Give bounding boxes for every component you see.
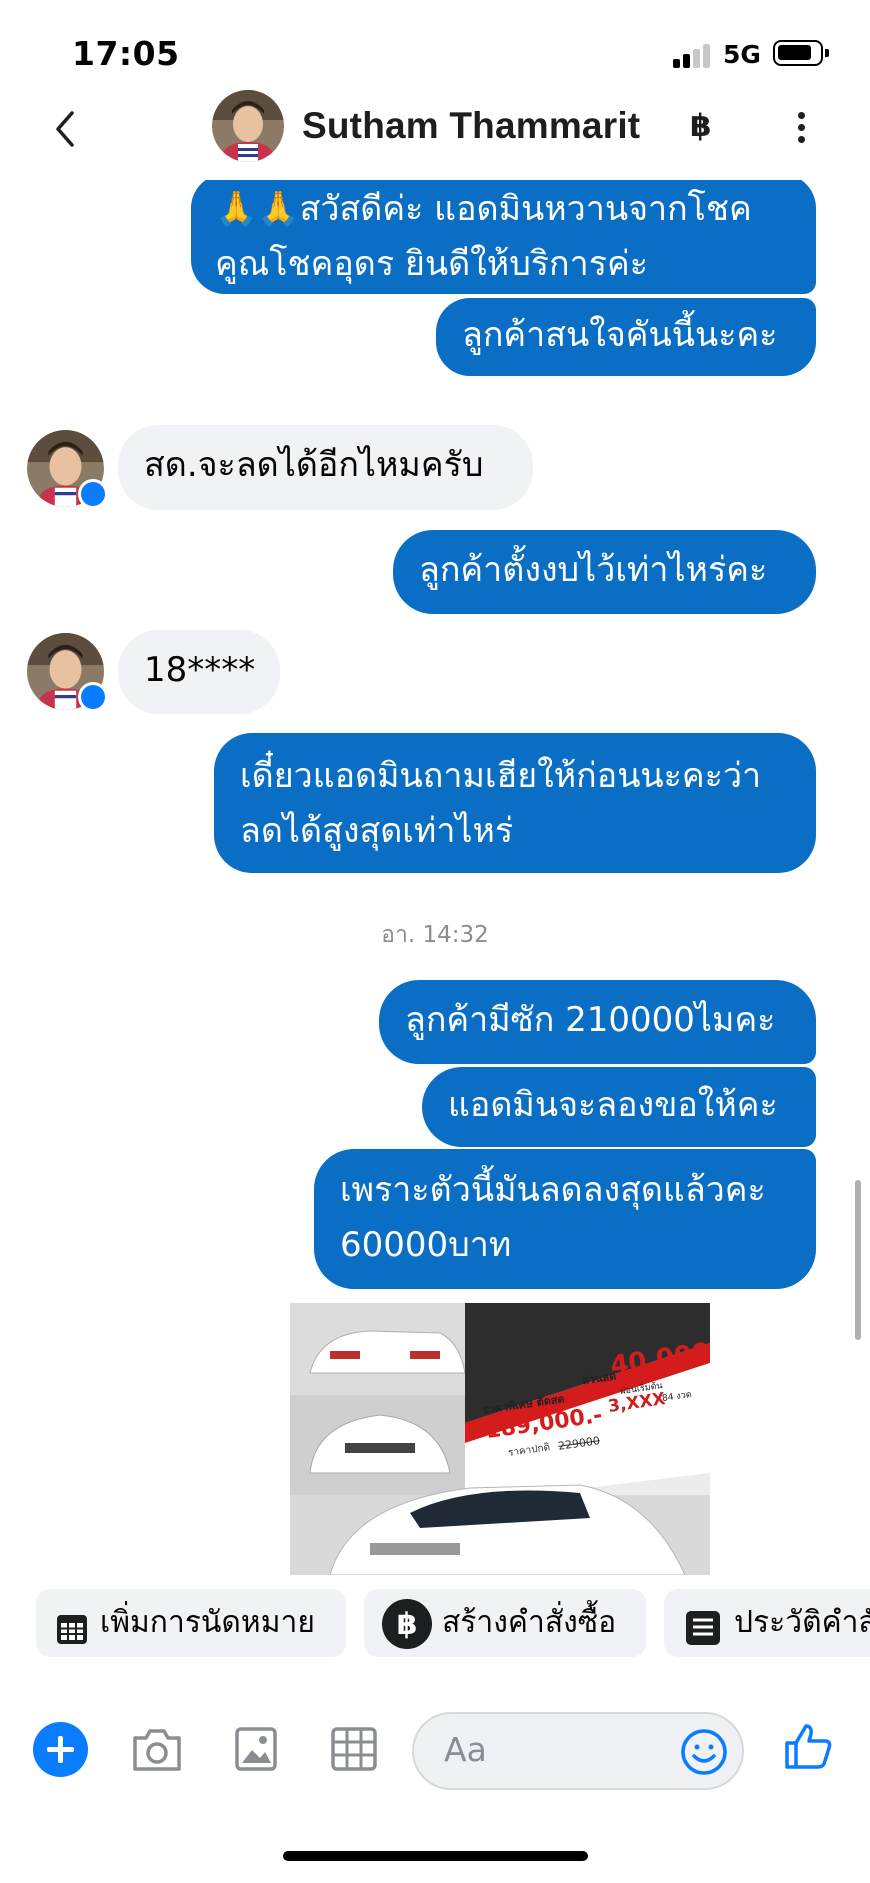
calendar-icon[interactable] bbox=[330, 1726, 378, 1776]
signal-strength-icon bbox=[673, 42, 713, 68]
message-bubble-incoming[interactable]: 18**** bbox=[118, 630, 280, 714]
contact-avatar[interactable] bbox=[27, 430, 108, 509]
status-time: 17:05 bbox=[72, 34, 180, 73]
message-bubble-outgoing[interactable]: ลูกค้าตั้งงบไว้เท่าไหร่คะ bbox=[393, 530, 816, 614]
svg-text:฿: ฿ bbox=[397, 1607, 418, 1642]
plus-icon[interactable] bbox=[33, 1722, 88, 1777]
message-text: ลดได้สูงสุดเท่าไหร่ bbox=[240, 811, 514, 851]
add-appointment-button[interactable]: เพิ่มการนัดหมาย bbox=[36, 1589, 346, 1657]
message-text: ลูกค้ามีซัก 210000ไมคะ bbox=[405, 1000, 776, 1040]
create-order-button[interactable]: ฿ สร้างคำสั่งซื้อ bbox=[364, 1589, 646, 1657]
thumbs-up-icon[interactable] bbox=[782, 1720, 834, 1772]
gallery-icon[interactable] bbox=[234, 1726, 278, 1776]
contact-avatar[interactable] bbox=[212, 90, 284, 162]
home-indicator[interactable] bbox=[283, 1851, 588, 1861]
message-bubble-outgoing[interactable]: แอดมินจะลองขอให้คะ bbox=[422, 1067, 816, 1147]
emoji-icon[interactable] bbox=[680, 1728, 728, 1776]
baht-icon[interactable]: ฿ bbox=[690, 108, 712, 144]
message-text: คูณโชคอุดร ยินดีให้บริการค่ะ bbox=[215, 244, 648, 284]
message-text: ลูกค้าตั้งงบไว้เท่าไหร่คะ bbox=[419, 550, 768, 590]
camera-icon[interactable] bbox=[130, 1726, 184, 1778]
order-history-button[interactable]: ประวัติคำสั่งซื้อ bbox=[664, 1589, 870, 1657]
message-text: 60000บาท bbox=[340, 1225, 512, 1265]
battery-icon bbox=[773, 40, 829, 66]
message-bubble-incoming[interactable]: สด.จะลดได้อีกไหมครับ bbox=[118, 425, 533, 510]
message-text: สด.จะลดได้อีกไหมครับ bbox=[144, 445, 484, 485]
order-history-label: ประวัติคำสั่งซื้อ bbox=[734, 1605, 870, 1640]
message-bubble-outgoing[interactable]: ลูกค้าสนใจคันนี้นะคะ bbox=[436, 298, 816, 376]
message-text: ลูกค้าสนใจคันนี้นะคะ bbox=[462, 315, 778, 355]
message-timestamp: อา. 14:32 bbox=[381, 922, 489, 948]
message-text: เดี๋ยวแอดมินถามเฮียให้ก่อนนะคะว่า bbox=[240, 756, 762, 796]
message-text: แอดมินจะลองขอให้คะ bbox=[448, 1085, 778, 1125]
message-bubble-outgoing[interactable]: เพราะตัวนี้มันลดลงสุดแล้วคะ 60000บาท bbox=[314, 1149, 816, 1289]
messenger-badge-icon bbox=[78, 682, 108, 712]
message-bubble-outgoing[interactable]: ลูกค้ามีซัก 210000ไมคะ bbox=[379, 980, 816, 1064]
baht-circle-icon: ฿ bbox=[382, 1599, 432, 1657]
car-advertisement-image[interactable]: ราคาพิเศษ ตัดสด 189,000.- ราคาปกติ 22900… bbox=[290, 1303, 710, 1575]
message-text: 🙏🙏สวัสดีค่ะ แอดมินหวานจากโชค bbox=[215, 189, 752, 229]
quick-actions-bar: เพิ่มการนัดหมาย ฿ สร้างคำสั่งซื้อ ประวัต… bbox=[0, 1585, 870, 1661]
list-icon bbox=[684, 1604, 722, 1657]
chat-header: Sutham Thammarit ฿ bbox=[0, 80, 870, 180]
network-label: 5G bbox=[723, 40, 761, 69]
contact-name[interactable]: Sutham Thammarit bbox=[302, 105, 640, 147]
contact-avatar[interactable] bbox=[27, 633, 108, 712]
message-composer: Aa bbox=[0, 1690, 870, 1810]
create-order-label: สร้างคำสั่งซื้อ bbox=[442, 1605, 617, 1640]
messenger-badge-icon bbox=[78, 479, 108, 509]
scrollbar[interactable] bbox=[855, 1180, 861, 1340]
message-text: เพราะตัวนี้มันลดลงสุดแล้วคะ bbox=[340, 1170, 766, 1210]
message-input-placeholder: Aa bbox=[444, 1730, 487, 1769]
message-bubble-outgoing[interactable]: 🙏🙏สวัสดีค่ะ แอดมินหวานจากโชค คูณโชคอุดร … bbox=[191, 180, 816, 294]
calendar-icon bbox=[54, 1604, 90, 1657]
back-icon[interactable] bbox=[48, 107, 88, 151]
add-appointment-label: เพิ่มการนัดหมาย bbox=[100, 1605, 315, 1640]
more-options-icon[interactable] bbox=[790, 108, 814, 148]
message-bubble-outgoing[interactable]: เดี๋ยวแอดมินถามเฮียให้ก่อนนะคะว่า ลดได้ส… bbox=[214, 733, 816, 873]
message-text: 18**** bbox=[144, 650, 256, 690]
